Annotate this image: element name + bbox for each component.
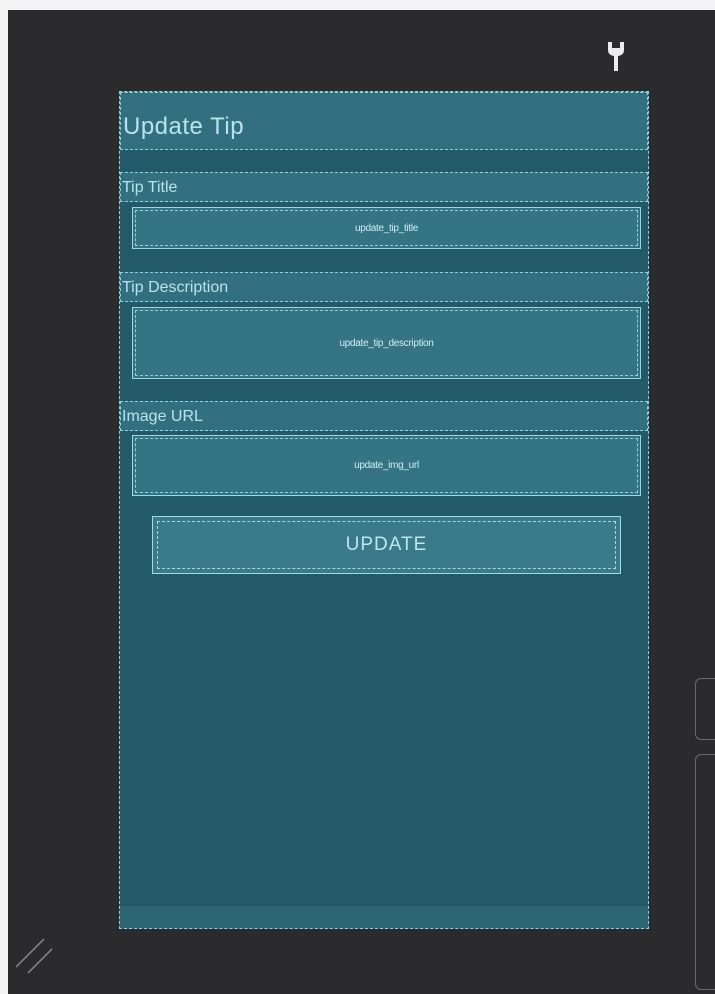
bottom-bar xyxy=(120,906,648,928)
window-top-edge xyxy=(0,0,715,10)
tip-description-label: Tip Description xyxy=(120,272,648,302)
image-url-field[interactable]: update_img_url xyxy=(132,435,641,496)
window-left-edge xyxy=(0,0,8,994)
side-panel-tab[interactable] xyxy=(695,754,715,990)
tip-title-label: Tip Title xyxy=(120,172,648,202)
update-button-label: UPDATE xyxy=(345,534,428,555)
wrench-icon[interactable] xyxy=(604,40,628,74)
device-preview[interactable]: Update Tip Tip Title update_tip_title Ti… xyxy=(119,91,649,929)
resize-handle-icon[interactable] xyxy=(14,935,54,975)
side-panel-tab[interactable] xyxy=(695,678,715,740)
image-url-label: Image URL xyxy=(120,401,648,431)
tip-description-field[interactable]: update_tip_description xyxy=(132,307,641,379)
tip-title-field[interactable]: update_tip_title xyxy=(132,207,641,249)
update-button[interactable]: UPDATE xyxy=(152,516,621,574)
page-title: Update Tip xyxy=(120,92,648,150)
